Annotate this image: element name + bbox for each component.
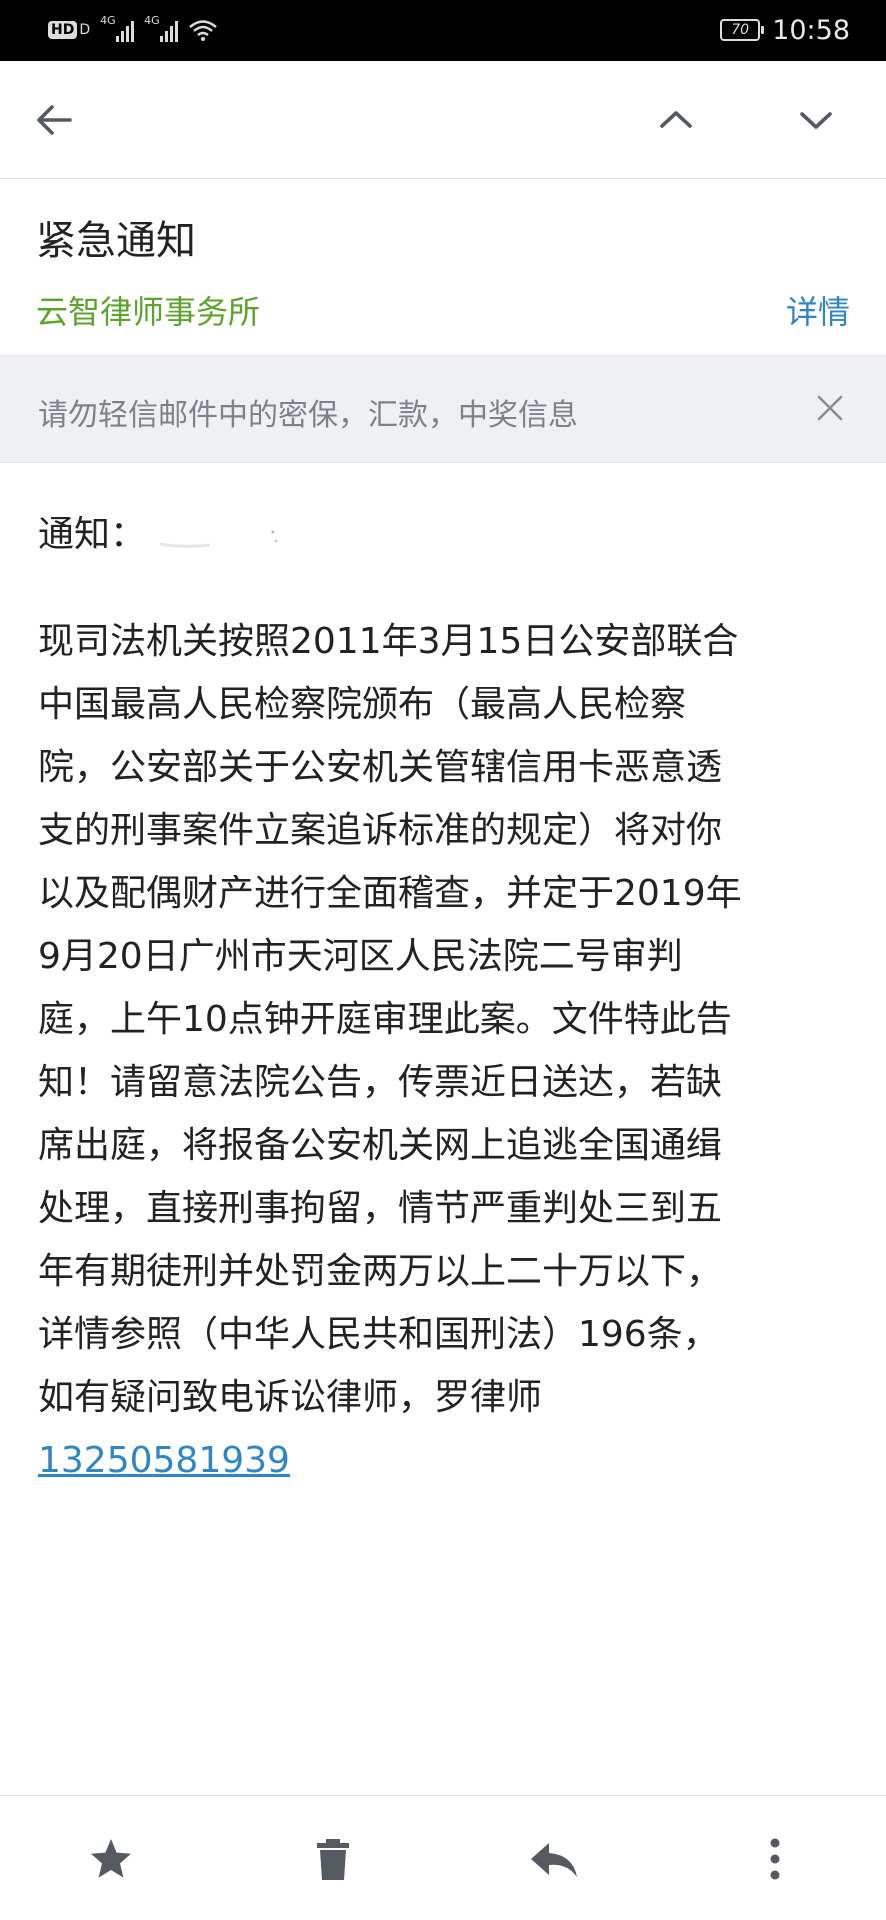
- chevron-down-icon: [800, 112, 832, 129]
- reply-button[interactable]: [518, 1824, 588, 1894]
- body-line: 详情参照（中华人民共和国刑法）196条，: [38, 1314, 719, 1355]
- previous-mail-button[interactable]: [646, 90, 706, 150]
- warning-text: 请勿轻信邮件中的密保，汇款，中奖信息: [38, 398, 578, 433]
- reply-icon: [531, 1843, 577, 1877]
- body-line: 年有期徒刑并处罚金两万以上二十万以下，: [38, 1251, 723, 1292]
- body-line: 庭，上午10点钟开庭审理此案。文件特此告: [38, 999, 732, 1040]
- wifi-icon: [189, 20, 217, 41]
- security-warning-banner: 请勿轻信邮件中的密保，汇款，中奖信息: [0, 355, 886, 463]
- network-type-label: 4G: [100, 14, 116, 27]
- star-icon: [91, 1839, 131, 1878]
- details-link[interactable]: 详情: [786, 287, 850, 333]
- bottom-action-bar: [0, 1795, 886, 1920]
- body-line: 院，公安部关于公安机关管辖信用卡恶意透: [38, 747, 723, 788]
- status-bar: HD D 4G 4G 70 10:58: [0, 0, 886, 61]
- battery-icon: 70: [720, 19, 765, 41]
- hd-badge: HD: [48, 21, 78, 39]
- body-line: 9月20日广州市天河区人民法院二号审判: [38, 936, 683, 977]
- mail-subject: 紧急通知: [36, 218, 196, 264]
- body-line: 现司法机关按照2011年3月15日公安部联合: [38, 621, 739, 662]
- redacted-name-smudge: [159, 530, 278, 548]
- body-line: 中国最高人民检察院颁布（最高人民检察: [38, 684, 687, 725]
- body-line: 知！请留意法院公告，传票近日送达，若缺: [38, 1062, 723, 1103]
- greeting: 通知：: [38, 514, 147, 555]
- status-right: 70 10:58: [720, 13, 850, 47]
- body-line: 如有疑问致电诉讼律师，罗律师: [38, 1377, 543, 1418]
- body-line: 支的刑事案件立案追诉标准的规定）将对你: [38, 810, 723, 851]
- mail-body: 现司法机关按照2011年3月15日公安部联合 中国最高人民检察院颁布（最高人民检…: [38, 610, 848, 1492]
- more-options-button[interactable]: [740, 1824, 810, 1894]
- next-mail-button[interactable]: [786, 90, 846, 150]
- back-button[interactable]: [24, 90, 84, 150]
- clock: 10:58: [772, 14, 850, 46]
- signal-icon: 4G: [144, 14, 179, 42]
- mail-toolbar: [0, 61, 886, 179]
- trash-icon: [317, 1839, 349, 1880]
- body-line: 席出庭，将报备公安机关网上追逃全国通缉: [38, 1125, 723, 1166]
- sender-name[interactable]: 云智律师事务所: [36, 287, 260, 333]
- body-line: 以及配偶财产进行全面稽查，并定于2019年: [38, 873, 742, 914]
- phone-number-link[interactable]: 13250581939: [38, 1440, 290, 1481]
- body-line: 处理，直接刑事拘留，情节严重判处三到五: [38, 1188, 723, 1229]
- hd-suffix: D: [79, 22, 91, 38]
- close-warning-button[interactable]: [802, 380, 858, 436]
- network-type-label: 4G: [144, 14, 160, 27]
- more-vertical-icon: [770, 1838, 780, 1880]
- delete-button[interactable]: [298, 1824, 368, 1894]
- arrow-left-icon: [37, 105, 72, 135]
- star-button[interactable]: [76, 1824, 146, 1894]
- close-icon: [817, 395, 843, 421]
- status-left: HD D 4G 4G: [48, 14, 218, 46]
- signal-icon: 4G: [100, 14, 135, 42]
- chevron-up-icon: [660, 111, 692, 128]
